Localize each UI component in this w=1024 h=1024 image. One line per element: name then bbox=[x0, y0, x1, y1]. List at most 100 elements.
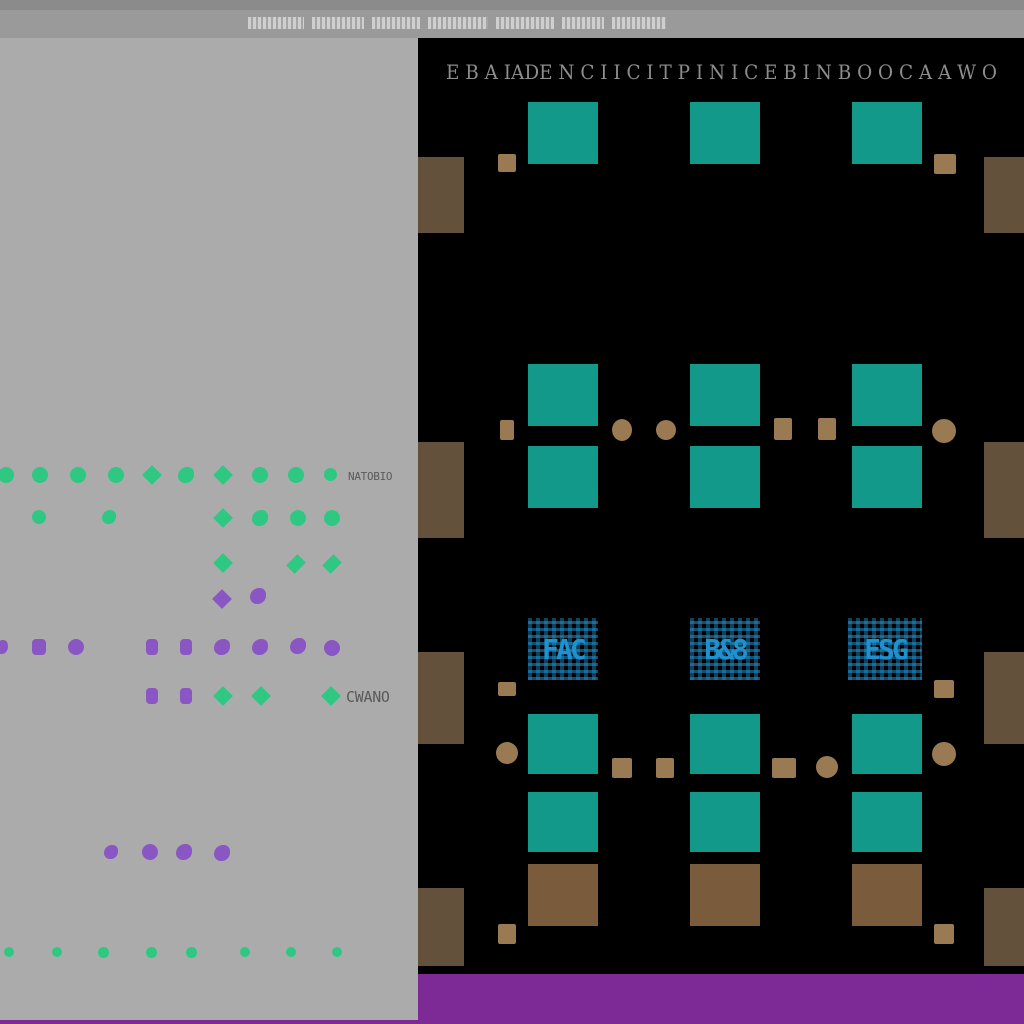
circle-marker-icon bbox=[332, 947, 342, 957]
pad[interactable] bbox=[528, 102, 598, 164]
via[interactable] bbox=[818, 418, 836, 440]
pad[interactable] bbox=[528, 792, 598, 852]
circle-marker-icon bbox=[290, 638, 306, 654]
pad[interactable] bbox=[852, 102, 922, 164]
via[interactable] bbox=[612, 758, 632, 778]
layer-row[interactable] bbox=[0, 548, 418, 578]
pad[interactable] bbox=[690, 446, 760, 508]
circle-marker-icon bbox=[324, 468, 337, 481]
layer-row[interactable] bbox=[0, 504, 418, 534]
circle-marker-icon bbox=[252, 639, 268, 655]
component-footprint[interactable] bbox=[418, 157, 464, 233]
circle-marker-icon bbox=[146, 688, 158, 704]
circle-marker-icon bbox=[250, 588, 266, 604]
circle-marker-icon bbox=[32, 467, 48, 483]
via[interactable] bbox=[934, 924, 954, 944]
menu-item-edit[interactable] bbox=[312, 17, 364, 29]
circle-marker-icon bbox=[186, 947, 197, 958]
diamond-marker-icon bbox=[322, 554, 342, 574]
pad[interactable] bbox=[528, 364, 598, 426]
pad[interactable] bbox=[690, 364, 760, 426]
circle-marker-icon bbox=[180, 688, 192, 704]
circle-marker-icon bbox=[286, 947, 296, 957]
layer-row[interactable] bbox=[0, 584, 418, 614]
status-bar bbox=[418, 974, 1024, 1024]
component-footprint[interactable] bbox=[418, 652, 464, 744]
layer-row[interactable] bbox=[0, 838, 418, 868]
circle-marker-icon bbox=[32, 639, 46, 655]
component-footprint[interactable] bbox=[984, 888, 1024, 966]
menu-item-place[interactable] bbox=[428, 17, 488, 29]
diamond-marker-icon bbox=[212, 589, 232, 609]
diamond-marker-icon bbox=[142, 465, 162, 485]
pad[interactable] bbox=[852, 364, 922, 426]
circle-marker-icon bbox=[102, 510, 116, 524]
component-footprint[interactable] bbox=[984, 442, 1024, 538]
menu-item-view[interactable] bbox=[372, 17, 420, 29]
via[interactable] bbox=[772, 758, 796, 778]
canvas-caption: E B A IADE N C I I C I T P I N I C E B I… bbox=[446, 60, 997, 84]
layer-row[interactable]: NATOBIO bbox=[0, 462, 418, 492]
board-canvas[interactable]: E B A IADE N C I I C I T P I N I C E B I… bbox=[418, 38, 1024, 1024]
pad[interactable] bbox=[852, 714, 922, 774]
circle-marker-icon bbox=[104, 845, 118, 859]
component-footprint[interactable] bbox=[984, 652, 1024, 744]
layer-row[interactable] bbox=[0, 938, 418, 968]
via[interactable] bbox=[934, 680, 954, 698]
pad[interactable] bbox=[852, 446, 922, 508]
row-tag: NATOBIO bbox=[348, 470, 393, 483]
via[interactable] bbox=[656, 420, 676, 440]
component-footprint[interactable] bbox=[528, 864, 598, 926]
diamond-marker-icon bbox=[213, 465, 233, 485]
pad[interactable] bbox=[852, 792, 922, 852]
via[interactable] bbox=[774, 418, 792, 440]
layer-row[interactable]: CWANO bbox=[0, 680, 418, 710]
via[interactable] bbox=[934, 154, 956, 174]
pad[interactable] bbox=[528, 446, 598, 508]
pad[interactable] bbox=[690, 102, 760, 164]
circle-marker-icon bbox=[214, 639, 230, 655]
diamond-marker-icon bbox=[213, 686, 233, 706]
component-footprint[interactable] bbox=[418, 442, 464, 538]
row-tag: CWANO bbox=[346, 688, 390, 706]
via[interactable] bbox=[816, 756, 838, 778]
menu-item-tools[interactable] bbox=[562, 17, 604, 29]
circle-marker-icon bbox=[176, 844, 192, 860]
component-footprint[interactable] bbox=[984, 157, 1024, 233]
circle-marker-icon bbox=[288, 467, 304, 483]
menu-item-route[interactable] bbox=[496, 17, 554, 29]
via[interactable] bbox=[612, 419, 632, 441]
circle-marker-icon bbox=[70, 467, 86, 483]
circle-marker-icon bbox=[108, 467, 124, 483]
component-footprint[interactable] bbox=[690, 864, 760, 926]
circle-marker-icon bbox=[252, 467, 268, 483]
silkscreen-marking: ESG bbox=[848, 618, 922, 680]
canvas-header: E B A IADE N C I I C I T P I N I C E B I… bbox=[418, 38, 1024, 92]
silkscreen-marking: FAC bbox=[528, 618, 598, 680]
circle-marker-icon bbox=[178, 467, 194, 483]
pad[interactable] bbox=[528, 714, 598, 774]
via[interactable] bbox=[496, 742, 518, 764]
via[interactable] bbox=[498, 154, 516, 172]
menu-item-file[interactable] bbox=[248, 17, 304, 29]
via[interactable] bbox=[498, 924, 516, 944]
circle-marker-icon bbox=[252, 510, 268, 526]
pad[interactable] bbox=[690, 714, 760, 774]
diamond-marker-icon bbox=[251, 686, 271, 706]
component-footprint[interactable] bbox=[418, 888, 464, 966]
circle-marker-icon bbox=[32, 510, 46, 524]
via[interactable] bbox=[932, 419, 956, 443]
layer-row[interactable] bbox=[0, 634, 418, 664]
via[interactable] bbox=[656, 758, 674, 778]
layer-panel: NATOBIO CWANO bbox=[0, 38, 419, 1020]
diamond-marker-icon bbox=[321, 686, 341, 706]
component-footprint[interactable] bbox=[852, 864, 922, 926]
via[interactable] bbox=[498, 682, 516, 696]
via[interactable] bbox=[932, 742, 956, 766]
circle-marker-icon bbox=[214, 845, 230, 861]
diamond-marker-icon bbox=[213, 553, 233, 573]
menu-item-help[interactable] bbox=[612, 17, 666, 29]
pad[interactable] bbox=[690, 792, 760, 852]
circle-marker-icon bbox=[146, 639, 158, 655]
via[interactable] bbox=[500, 420, 514, 440]
